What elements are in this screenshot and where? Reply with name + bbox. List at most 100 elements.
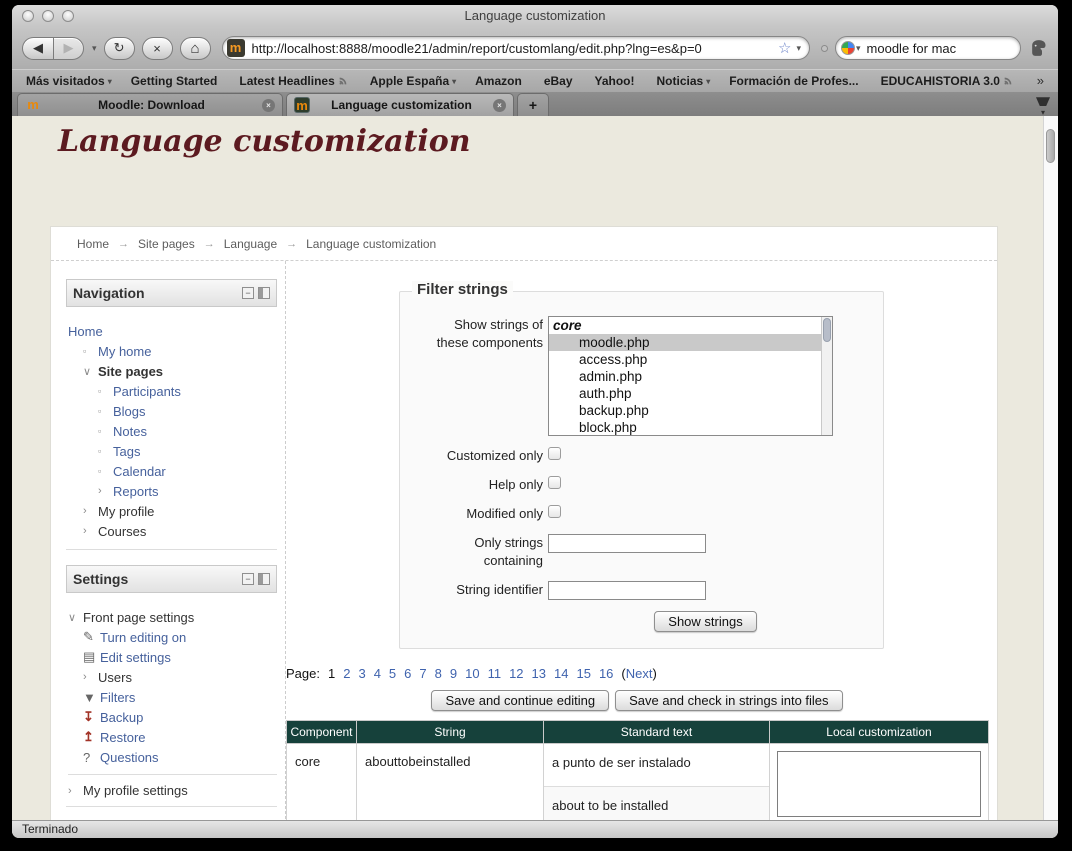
tree-item[interactable]: › My profile [68, 501, 277, 521]
bookmark-item[interactable]: Noticias ▾ [657, 74, 711, 88]
tree-item[interactable]: › Courses [68, 521, 277, 541]
listbox-option[interactable]: access.php [549, 351, 832, 368]
bookmark-item[interactable]: EDUCAHISTORIA 3.0 [881, 74, 1016, 88]
collapse-block-icon[interactable]: − [242, 573, 254, 585]
stop-button[interactable]: × [142, 37, 173, 60]
url-bar[interactable]: m ☆ ▾ [222, 36, 810, 60]
tree-item[interactable]: › Reports [68, 481, 277, 501]
tab-label: Moodle: Download [41, 98, 262, 112]
new-tab-button[interactable]: + [517, 93, 549, 116]
scrollbar-thumb[interactable] [1046, 129, 1055, 163]
bookmark-item[interactable]: Yahoo! [595, 74, 638, 88]
search-input[interactable] [867, 41, 1043, 56]
bookmark-item[interactable]: Formación de Profes... [729, 74, 861, 88]
breadcrumb-link[interactable]: Language [224, 237, 277, 251]
bookmark-item[interactable]: eBay [544, 74, 576, 88]
bookmark-label: Yahoo! [595, 74, 635, 88]
breadcrumb-link[interactable]: Site pages [138, 237, 195, 251]
back-button[interactable]: ◀ [22, 37, 53, 60]
substring-input[interactable] [548, 534, 706, 553]
close-tab-icon[interactable]: × [493, 99, 506, 112]
tree-item[interactable]: ▫ Blogs [68, 401, 277, 421]
tree-item[interactable]: ▤ Edit settings [68, 647, 277, 667]
url-input[interactable] [252, 41, 774, 56]
bookmark-item[interactable]: Getting Started [131, 74, 221, 88]
close-tab-icon[interactable]: × [262, 99, 275, 112]
tree-item[interactable]: ∨ Front page settings [68, 607, 277, 627]
page-link[interactable]: 15 [576, 666, 590, 681]
listbox-option[interactable]: backup.php [549, 402, 832, 419]
tree-item[interactable]: ∨ Site pages [68, 361, 277, 381]
tree-item[interactable]: ↧ Backup [68, 707, 277, 727]
tree-item[interactable]: ▫ Tags [68, 441, 277, 461]
listbox-option[interactable]: core [549, 317, 832, 334]
breadcrumb-link[interactable]: Home [77, 237, 109, 251]
page-link[interactable]: 10 [465, 666, 479, 681]
listbox-option[interactable]: admin.php [549, 368, 832, 385]
bookmark-item[interactable]: Latest Headlines [239, 74, 350, 88]
tree-item[interactable]: ▫ Notes [68, 421, 277, 441]
bookmark-label: Noticias [657, 74, 704, 88]
reload-button[interactable]: ↻ [104, 37, 135, 60]
page-link[interactable]: 16 [599, 666, 613, 681]
page-link[interactable]: 12 [509, 666, 523, 681]
components-listbox[interactable]: core moodle.php access.php admin.php aut… [548, 316, 833, 436]
listbox-option[interactable]: moodle.php [549, 334, 832, 351]
bookmarks-overflow-chevron[interactable]: » [1037, 73, 1044, 88]
listbox-scrollbar[interactable] [821, 317, 832, 435]
page-link[interactable]: 7 [419, 666, 426, 681]
search-engine-dropdown-icon[interactable]: ▾ [856, 43, 861, 54]
page-link[interactable]: 9 [450, 666, 457, 681]
bookmark-item[interactable]: Apple España ▾ [370, 74, 456, 88]
save-checkin-button[interactable]: Save and check in strings into files [615, 690, 842, 711]
breadcrumb-link[interactable]: Language customization [306, 237, 436, 251]
tree-item[interactable]: ▼ Filters [68, 687, 277, 707]
dock-block-icon[interactable] [258, 573, 270, 585]
listbox-option[interactable]: auth.php [549, 385, 832, 402]
evernote-clipper-icon[interactable] [1028, 38, 1048, 58]
page-link[interactable]: 11 [488, 666, 502, 681]
page-link[interactable]: 3 [358, 666, 365, 681]
list-all-tabs-button[interactable]: ▾ [1030, 93, 1056, 115]
vertical-scrollbar[interactable] [1043, 116, 1058, 820]
listbox-option[interactable]: block.php [549, 419, 832, 436]
page-link[interactable]: 13 [532, 666, 546, 681]
help-only-checkbox[interactable] [548, 476, 561, 489]
local-customization-textarea[interactable] [777, 751, 981, 817]
show-strings-button[interactable]: Show strings [654, 611, 756, 632]
bookmark-item[interactable]: Más visitados ▾ [26, 74, 112, 88]
string-identifier-input[interactable] [548, 581, 706, 600]
tree-item[interactable]: ▫ Participants [68, 381, 277, 401]
tree-item[interactable]: › My profile settings [68, 774, 277, 798]
next-page-link[interactable]: Next [626, 666, 653, 681]
tree-item[interactable]: ▫ My home [68, 341, 277, 361]
page-link[interactable]: 8 [435, 666, 442, 681]
url-dropdown-icon[interactable]: ▾ [796, 43, 801, 54]
dock-block-icon[interactable] [258, 287, 270, 299]
tree-item[interactable]: › Users [68, 667, 277, 687]
page-link[interactable]: 5 [389, 666, 396, 681]
tree-item[interactable]: ↥ Restore [68, 727, 277, 747]
bookmark-item[interactable]: Amazon [475, 74, 525, 88]
google-search-engine-icon[interactable] [841, 41, 855, 55]
customized-only-checkbox[interactable] [548, 447, 561, 460]
search-bar[interactable]: ▾ [835, 36, 1021, 60]
tab-moodle-download[interactable]: m Moodle: Download × [17, 93, 283, 116]
modified-only-checkbox[interactable] [548, 505, 561, 518]
tree-item[interactable]: Home [68, 321, 277, 341]
tree-item[interactable]: ▫ Calendar [68, 461, 277, 481]
home-button[interactable]: ⌂ [180, 37, 211, 60]
forward-button[interactable]: ▶ [53, 37, 84, 60]
page-link[interactable]: 4 [374, 666, 381, 681]
page-link[interactable]: 14 [554, 666, 568, 681]
page-link[interactable]: 2 [343, 666, 350, 681]
bookmark-star-icon[interactable]: ☆ [778, 39, 791, 57]
history-dropdown-icon[interactable]: ▾ [92, 43, 97, 54]
tab-language-customization[interactable]: m Language customization × [286, 93, 514, 116]
tree-item[interactable]: ✎ Turn editing on [68, 627, 277, 647]
settings-block-header: Settings − [66, 565, 277, 593]
collapse-block-icon[interactable]: − [242, 287, 254, 299]
page-link[interactable]: 6 [404, 666, 411, 681]
tree-item[interactable]: ? Questions [68, 747, 277, 767]
save-continue-button[interactable]: Save and continue editing [431, 690, 609, 711]
